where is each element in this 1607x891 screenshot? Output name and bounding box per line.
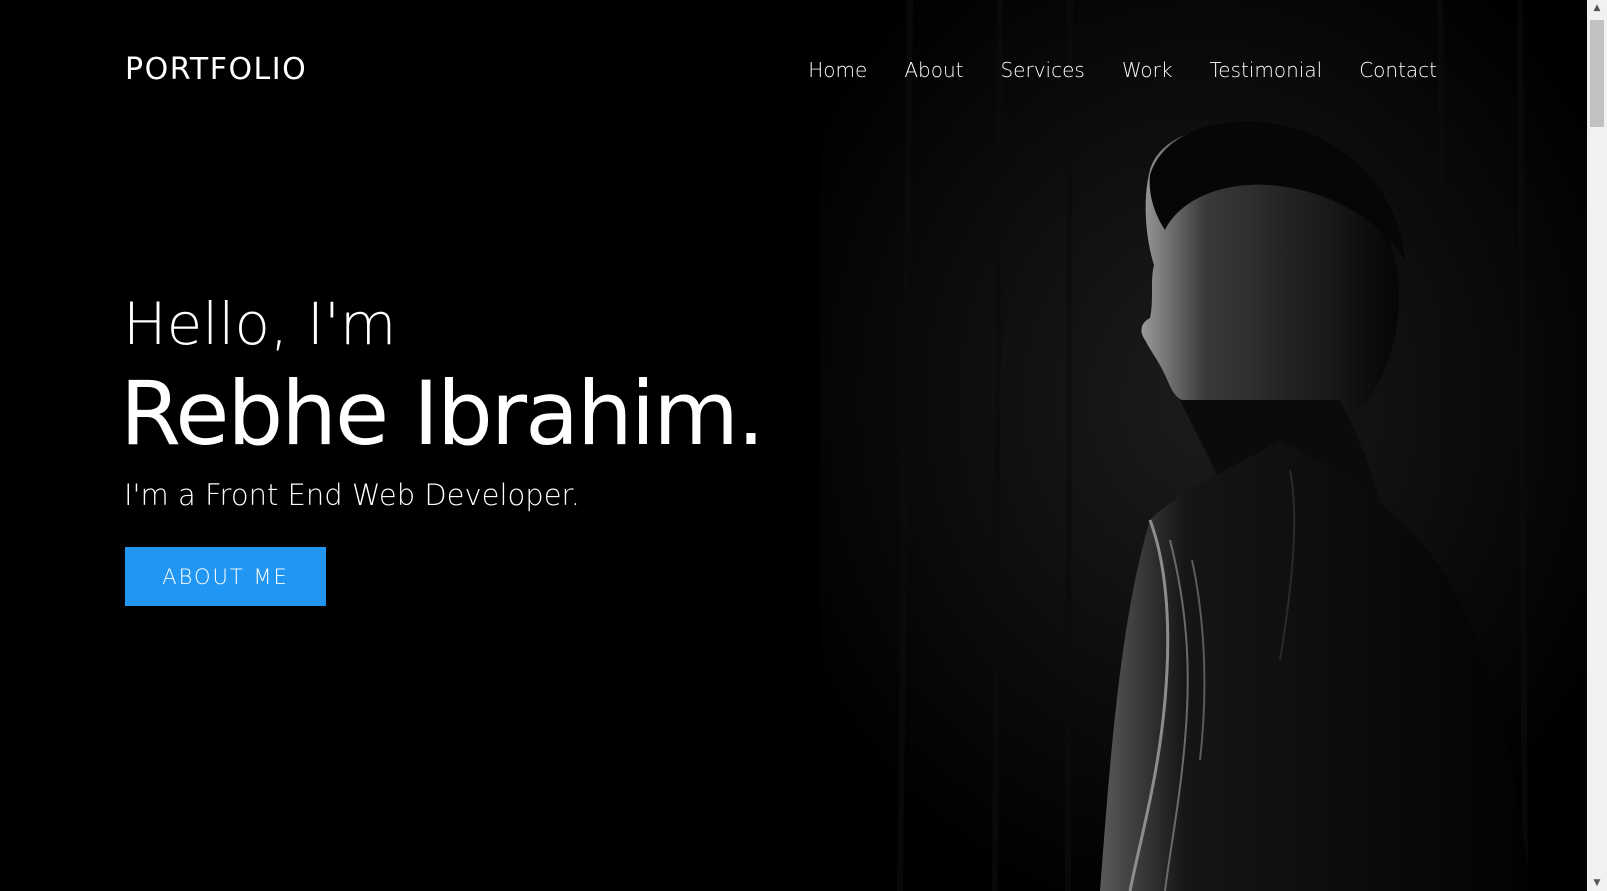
nav-link-work[interactable]: Work xyxy=(1122,58,1173,82)
triangle-down-icon[interactable]: ▼ xyxy=(1587,875,1607,891)
main-nav: Home About Services Work Testimonial Con… xyxy=(808,58,1437,82)
hero-name: Rebhe Ibrahim. xyxy=(120,362,765,465)
hero-role: I'm a Front End Web Developer. xyxy=(124,478,581,512)
nav-link-contact[interactable]: Contact xyxy=(1359,58,1437,82)
hero-section: PORTFOLIO Home About Services Work Testi… xyxy=(0,0,1587,891)
site-logo[interactable]: PORTFOLIO xyxy=(125,52,307,87)
scrollbar-thumb[interactable] xyxy=(1590,20,1604,127)
triangle-up-icon[interactable]: ▲ xyxy=(1587,0,1607,16)
nav-link-services[interactable]: Services xyxy=(1000,58,1084,82)
vertical-scrollbar[interactable]: ▲ ▼ xyxy=(1587,0,1607,891)
nav-link-home[interactable]: Home xyxy=(808,58,867,82)
hero-greeting: Hello, I'm xyxy=(123,290,397,358)
nav-link-testimonial[interactable]: Testimonial xyxy=(1209,58,1322,82)
hero-portrait-image xyxy=(820,0,1587,891)
nav-link-about[interactable]: About xyxy=(904,58,963,82)
about-me-button[interactable]: ABOUT ME xyxy=(125,547,326,606)
page: PORTFOLIO Home About Services Work Testi… xyxy=(0,0,1607,891)
